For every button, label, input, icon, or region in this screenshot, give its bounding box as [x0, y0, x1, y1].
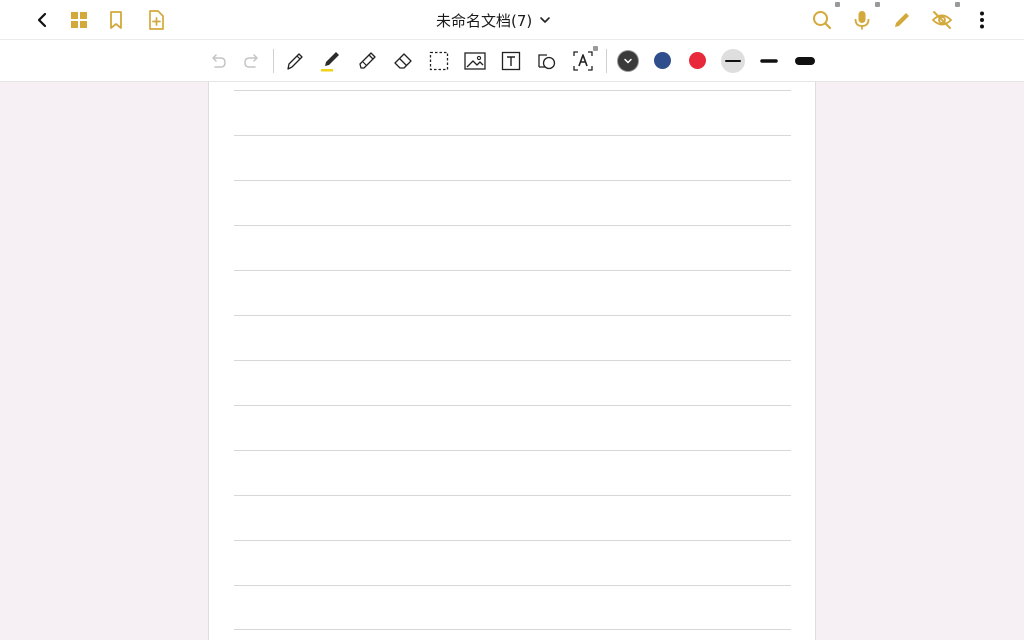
color-swatch-selected[interactable] — [618, 51, 638, 71]
highlighter-tool-button[interactable] — [355, 49, 379, 73]
bookmark-button[interactable] — [104, 8, 128, 32]
page-rule-line — [234, 225, 791, 226]
lock-icon — [835, 2, 840, 7]
page-rule-line — [234, 405, 791, 406]
lock-icon — [593, 46, 598, 51]
shape-icon — [538, 54, 556, 70]
redo-button[interactable] — [240, 49, 264, 73]
microphone-button[interactable] — [850, 8, 874, 32]
page-rule-line — [234, 135, 791, 136]
grid-view-button[interactable] — [67, 8, 91, 32]
add-page-button[interactable] — [144, 8, 168, 32]
text-box-button[interactable] — [499, 49, 523, 73]
stroke-medium-button[interactable] — [757, 49, 781, 73]
lock-icon — [955, 2, 960, 7]
bookmark-icon — [110, 11, 122, 29]
back-button[interactable] — [30, 8, 54, 32]
page-rule-line — [234, 315, 791, 316]
pencil-mode-button[interactable] — [890, 8, 914, 32]
insert-image-button[interactable] — [463, 49, 487, 73]
toolbar-divider — [606, 49, 607, 73]
lasso-select-button[interactable] — [427, 49, 451, 73]
drawing-toolbar — [0, 40, 1024, 82]
more-options-button[interactable] — [970, 8, 994, 32]
ocr-text-button[interactable] — [571, 49, 595, 73]
search-icon — [813, 11, 832, 30]
pen-tool-button[interactable] — [283, 49, 307, 73]
pen-icon — [287, 53, 303, 70]
chevron-down-icon — [624, 58, 632, 64]
page-rule-line — [234, 270, 791, 271]
marker-tool-button[interactable] — [319, 49, 343, 73]
marker-icon — [321, 52, 339, 72]
shape-tool-button[interactable] — [535, 49, 559, 73]
stroke-thin-button[interactable] — [721, 49, 745, 73]
add-page-icon — [149, 10, 164, 30]
redo-icon — [244, 54, 258, 68]
stroke-thick-button[interactable] — [793, 49, 817, 73]
document-title[interactable]: 未命名文档(7) — [436, 8, 552, 32]
page-rule-line — [234, 540, 791, 541]
chevron-down-icon — [540, 17, 551, 23]
stroke-medium-icon — [760, 59, 778, 63]
ocr-text-icon — [573, 51, 593, 71]
highlighter-icon — [359, 52, 376, 69]
more-vertical-icon — [980, 11, 984, 29]
lasso-select-icon — [429, 51, 449, 71]
lock-icon — [875, 2, 880, 7]
page-rule-line — [234, 450, 791, 451]
eye-off-icon — [931, 11, 953, 29]
chevron-left-icon — [37, 12, 47, 28]
undo-button[interactable] — [206, 49, 230, 73]
image-icon — [464, 52, 486, 70]
note-page[interactable] — [208, 82, 816, 640]
stroke-thin-icon — [725, 60, 741, 62]
color-swatch-red[interactable] — [689, 52, 706, 69]
page-rule-line — [234, 90, 791, 91]
search-button[interactable] — [810, 8, 834, 32]
eraser-tool-button[interactable] — [391, 49, 415, 73]
page-rule-line — [234, 180, 791, 181]
color-swatch-blue[interactable] — [654, 52, 671, 69]
hide-button[interactable] — [930, 8, 954, 32]
text-box-icon — [501, 51, 521, 71]
stroke-thick-icon — [795, 57, 815, 65]
top-bar: 未命名文档(7) — [0, 0, 1024, 40]
page-rule-line — [234, 629, 791, 630]
toolbar-divider — [273, 49, 274, 73]
grid-icon — [71, 12, 87, 28]
undo-icon — [212, 54, 226, 68]
document-title-text: 未命名文档(7) — [436, 11, 533, 30]
microphone-icon — [854, 11, 870, 30]
page-rule-line — [234, 495, 791, 496]
pencil-icon — [895, 13, 909, 27]
page-rule-line — [234, 585, 791, 586]
eraser-icon — [394, 53, 412, 69]
page-rule-line — [234, 360, 791, 361]
